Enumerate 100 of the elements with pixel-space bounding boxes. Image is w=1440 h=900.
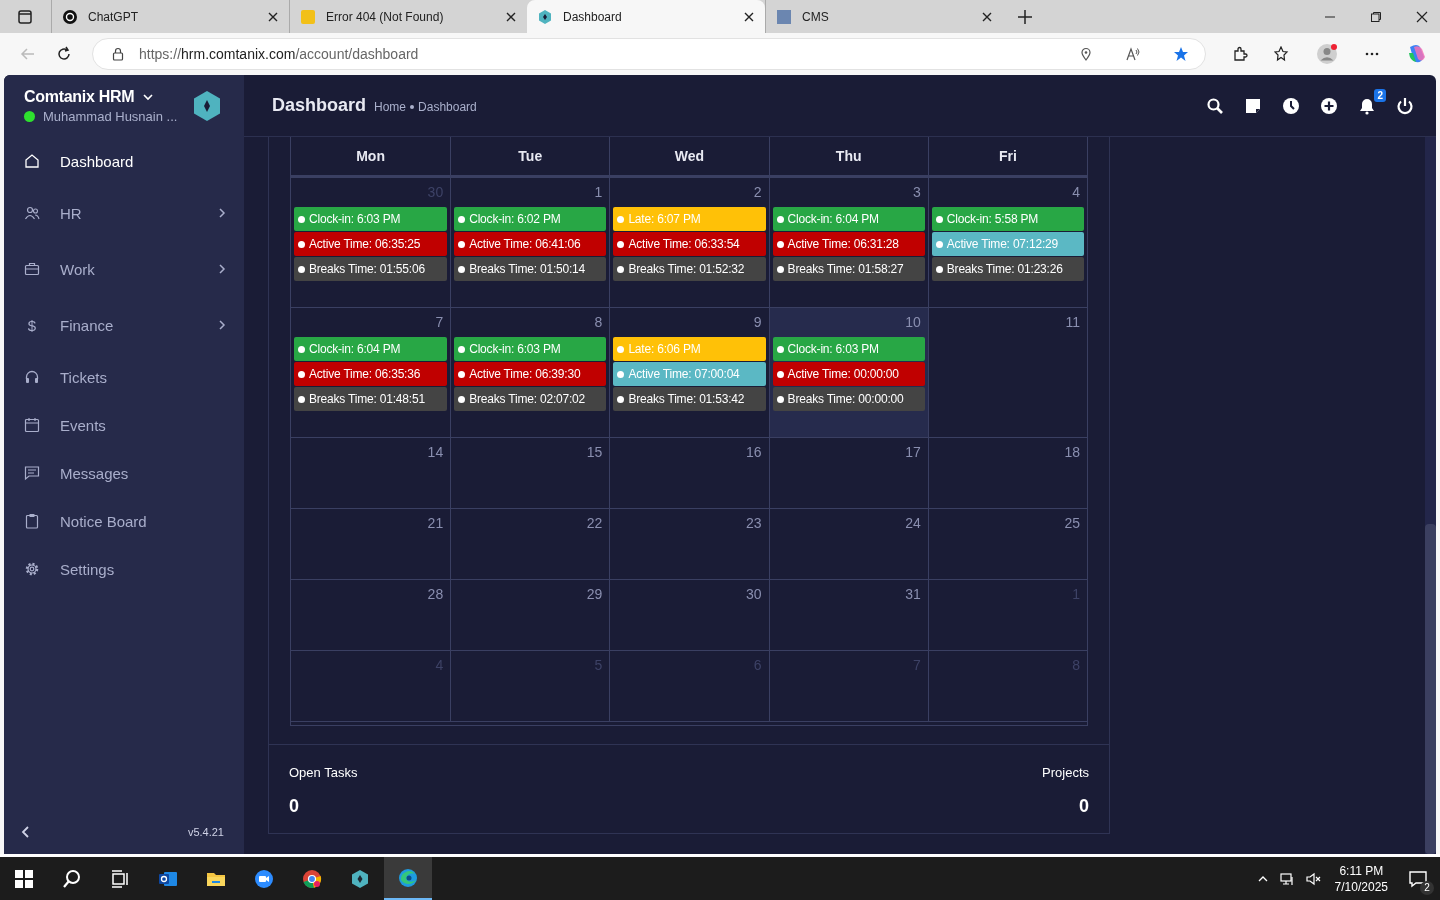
location-icon[interactable] — [1079, 47, 1093, 61]
collapse-icon[interactable] — [20, 826, 32, 838]
add-icon[interactable] — [1320, 96, 1338, 115]
nav-item[interactable]: Work — [4, 241, 244, 297]
browser-tab[interactable]: Error 404 (Not Found) — [289, 0, 527, 33]
attendance-event[interactable]: Active Time: 06:35:25 — [294, 232, 448, 256]
muted-speaker-icon[interactable] — [1304, 870, 1321, 887]
weekday-header: Wed — [609, 137, 769, 175]
calendar-cell[interactable]: 9 Late: 6:06 PM Active Time: 07:00:04 Breaks Time: 01:53:42 — [609, 308, 769, 437]
calendar-cell[interactable]: 24 — [768, 509, 928, 579]
copilot-icon[interactable] — [1406, 43, 1428, 65]
star-icon[interactable] — [1173, 46, 1189, 62]
read-aloud-icon[interactable] — [1125, 46, 1141, 62]
note-icon[interactable] — [1244, 96, 1262, 115]
attendance-event[interactable]: Breaks Time: 01:23:26 — [931, 257, 1084, 281]
attendance-event[interactable]: Active Time: 06:33:54 — [613, 232, 766, 256]
calendar-cell[interactable]: 4 Clock-in: 5:58 PM Active Time: 07:12:29 Breaks Time: 01:23:26 — [927, 178, 1087, 307]
nav-item[interactable]: Messages — [4, 449, 244, 497]
attendance-event[interactable]: Breaks Time: 01:53:42 — [613, 387, 766, 411]
day-number: 17 — [905, 444, 921, 460]
calendar-cell[interactable]: 17 — [768, 438, 928, 508]
calendar-cell[interactable]: 15 — [450, 438, 610, 508]
nav-item[interactable]: Tickets — [4, 353, 244, 401]
calendar-cell[interactable]: 21 — [291, 509, 451, 579]
lock-icon — [111, 47, 125, 61]
calendar-cell[interactable]: 28 — [291, 580, 451, 650]
calendar-cell[interactable]: 2 Late: 6:07 PM Active Time: 06:33:54 Breaks Time: 01:52:32 — [609, 178, 769, 307]
restore-icon[interactable] — [1370, 10, 1382, 23]
attendance-event[interactable]: Breaks Time: 01:58:27 — [772, 257, 925, 281]
close-icon[interactable] — [267, 10, 279, 23]
close-icon[interactable] — [981, 10, 993, 23]
attendance-event[interactable]: Active Time: 06:31:28 — [772, 232, 925, 256]
site-icon — [776, 8, 792, 25]
calendar-cell[interactable]: 22 — [450, 509, 610, 579]
nav-item[interactable]: Dashboard — [4, 137, 244, 185]
calendar-cell[interactable]: 7 Clock-in: 6:04 PM Active Time: 06:35:36 Breaks Time: 01:48:51 — [291, 308, 451, 437]
attendance-event[interactable]: Active Time: 00:00:00 — [772, 362, 925, 386]
calendar-cell[interactable]: 23 — [609, 509, 769, 579]
search-icon[interactable] — [1206, 96, 1224, 115]
edge-taskbar-button[interactable] — [384, 857, 432, 900]
profile-icon[interactable] — [1316, 43, 1338, 65]
browser-tab[interactable]: CMS — [765, 0, 1003, 33]
attendance-event[interactable]: Breaks Time: 00:00:00 — [772, 387, 925, 411]
nav-item[interactable]: Settings — [4, 545, 244, 593]
notifications-icon[interactable] — [1408, 868, 1428, 889]
scrollbar-thumb[interactable] — [1425, 524, 1436, 854]
nav-item[interactable]: $ Finance — [4, 297, 244, 353]
nav-item[interactable]: HR — [4, 185, 244, 241]
clock-date[interactable]: 7/10/2025 — [1334, 879, 1388, 894]
today-cell[interactable]: 10 Clock-in: 6:03 PM Active Time: 00:00:00 Breaks Time: 00:00:00 — [768, 308, 928, 437]
dollar-icon: $ — [24, 316, 40, 334]
close-icon[interactable] — [743, 10, 755, 23]
close-icon[interactable] — [1416, 10, 1428, 23]
calendar-cell[interactable]: 31 — [768, 580, 928, 650]
attendance-event[interactable]: Breaks Time: 02:07:02 — [454, 387, 607, 411]
calendar-cell[interactable]: 8 Clock-in: 6:03 PM Active Time: 06:39:30 Breaks Time: 02:07:02 — [450, 308, 610, 437]
calendar-cell[interactable]: 1 Clock-in: 6:02 PM Active Time: 06:41:06 Breaks Time: 01:50:14 — [450, 178, 610, 307]
chevron-down-icon[interactable] — [142, 91, 155, 103]
day-number: 11 — [1065, 314, 1080, 330]
power-icon[interactable] — [1396, 96, 1414, 115]
attendance-event[interactable]: Active Time: 06:41:06 — [454, 232, 607, 256]
tab-actions-icon[interactable] — [17, 8, 33, 25]
breadcrumb-link[interactable]: Home — [374, 99, 407, 114]
notification-badge: 2 — [1374, 88, 1386, 102]
calendar-cell[interactable]: 11 — [927, 308, 1087, 437]
browser-tab[interactable]: ChatGPT — [51, 0, 289, 33]
new-tab-icon[interactable] — [1017, 8, 1033, 25]
weekday-header: Fri — [927, 137, 1087, 175]
attendance-event[interactable]: Breaks Time: 01:50:14 — [454, 257, 607, 281]
day-number: 7 — [435, 314, 444, 330]
video-app-icon — [254, 868, 274, 889]
browser-tab[interactable]: Dashboard — [527, 0, 765, 33]
network-icon[interactable] — [1278, 870, 1295, 887]
calendar-cell[interactable]: 30 — [609, 580, 769, 650]
calendar-cell[interactable]: 18 — [927, 438, 1087, 508]
breadcrumb-link[interactable]: Dashboard — [418, 99, 477, 114]
attendance-event[interactable]: Breaks Time: 01:52:32 — [613, 257, 766, 281]
calendar-cell[interactable]: 29 — [450, 580, 610, 650]
clock-time[interactable]: 6:11 PM — [1339, 863, 1384, 878]
extensions-icon[interactable] — [1232, 46, 1248, 62]
calendar-cell[interactable]: 16 — [609, 438, 769, 508]
nav-item[interactable]: Notice Board — [4, 497, 244, 545]
attendance-event[interactable]: Breaks Time: 01:55:06 — [294, 257, 448, 281]
close-icon[interactable] — [505, 10, 517, 23]
chatgpt-icon — [62, 8, 78, 25]
favorites-icon[interactable] — [1274, 46, 1290, 62]
clock-icon[interactable] — [1282, 96, 1300, 115]
attendance-event[interactable]: Active Time: 06:39:30 — [454, 362, 607, 386]
calendar-cell[interactable]: 14 — [291, 438, 451, 508]
day-number: 3 — [913, 184, 921, 200]
attendance-event[interactable]: Breaks Time: 01:48:51 — [294, 387, 448, 411]
calendar-cell[interactable]: 25 — [927, 509, 1087, 579]
weekday-header: Mon — [355, 147, 386, 166]
bell-icon[interactable] — [1358, 96, 1376, 115]
attendance-event[interactable]: Active Time: 06:35:36 — [294, 362, 448, 386]
calendar-cell[interactable]: 3 Clock-in: 6:04 PM Active Time: 06:31:28 Breaks Time: 01:58:27 — [768, 178, 928, 307]
scrollbar[interactable] — [1425, 137, 1436, 854]
reload-icon[interactable] — [56, 46, 72, 62]
address-field[interactable]: https://hrm.comtanix.com/account/dashboard — [92, 38, 1206, 70]
nav-item[interactable]: Events — [4, 401, 244, 449]
